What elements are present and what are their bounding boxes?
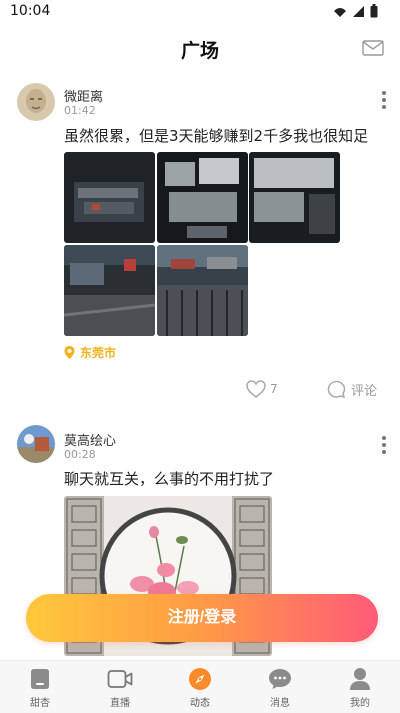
location-pin-icon	[64, 346, 75, 359]
tab-messages[interactable]: 消息	[240, 661, 320, 713]
register-login-button[interactable]: 注册/登录	[26, 594, 378, 642]
more-dot-icon	[382, 98, 386, 102]
tab-label: 动态	[190, 698, 210, 709]
mail-button[interactable]	[362, 40, 384, 60]
tab-label: 我的	[350, 698, 370, 709]
tab-label: 直播	[110, 698, 130, 709]
avatar[interactable]	[17, 425, 55, 463]
heart-icon	[246, 380, 266, 398]
more-dot-icon	[382, 443, 386, 447]
location-tag[interactable]: 东莞市	[64, 344, 116, 361]
comment-icon	[327, 380, 346, 399]
battery-icon	[370, 4, 378, 18]
status-bar: 10:04	[0, 0, 400, 24]
more-options-button[interactable]	[381, 91, 387, 111]
post-text: 虽然很累，但是3天能够赚到2千多我也很知足	[64, 127, 369, 145]
comment-label: 评论	[351, 384, 378, 399]
more-dot-icon	[382, 105, 386, 109]
post-actions: 7 评论	[0, 380, 400, 404]
post-username[interactable]: 微距离	[64, 86, 103, 105]
status-time: 10:04	[10, 3, 51, 19]
more-dot-icon	[382, 436, 386, 440]
tab-label: 甜杏	[30, 698, 50, 709]
tab-profile[interactable]: 我的	[320, 661, 400, 713]
location-label: 东莞市	[80, 346, 117, 360]
post-photo[interactable]	[64, 152, 155, 243]
comment-button[interactable]: 评论	[327, 380, 377, 399]
post-username[interactable]: 莫高绘心	[64, 430, 116, 449]
like-button[interactable]: 7	[246, 380, 278, 398]
chat-bubble-icon	[269, 669, 291, 689]
post-photo[interactable]	[156, 152, 248, 243]
mail-icon	[362, 40, 384, 56]
post-card: 微距离 01:42 虽然很累，但是3天能够赚到2千多我也很知足 东莞市 7 评论	[0, 78, 400, 408]
video-camera-icon	[107, 670, 133, 688]
tab-label: 消息	[270, 698, 290, 709]
post-text: 聊天就互关，么事的不用打扰了	[64, 470, 275, 488]
home-icon	[31, 669, 49, 689]
status-icons	[333, 4, 378, 18]
bottom-tab-bar: 甜杏 直播 动态 消息 我的	[0, 660, 400, 713]
post-photo[interactable]	[64, 244, 155, 336]
cellular-icon	[353, 5, 364, 17]
compass-icon	[189, 668, 211, 690]
post-photo[interactable]	[249, 152, 340, 243]
more-options-button[interactable]	[381, 436, 387, 456]
like-count: 7	[270, 382, 278, 396]
post-time: 00:28	[64, 448, 96, 461]
avatar[interactable]	[17, 83, 55, 121]
post-time: 01:42	[64, 104, 96, 117]
page-title: 广场	[180, 40, 219, 62]
page-header: 广场	[0, 28, 400, 68]
user-icon	[350, 668, 370, 690]
signal-icon	[334, 8, 346, 17]
more-dot-icon	[382, 450, 386, 454]
tab-live[interactable]: 直播	[80, 661, 160, 713]
tab-moments[interactable]: 动态	[160, 661, 240, 713]
photo-grid	[64, 152, 340, 336]
tab-home[interactable]: 甜杏	[0, 661, 80, 713]
more-dot-icon	[382, 91, 386, 95]
post-photo[interactable]	[156, 244, 248, 336]
